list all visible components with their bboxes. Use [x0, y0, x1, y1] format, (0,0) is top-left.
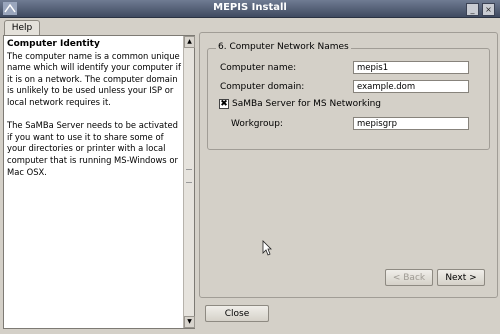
help-paragraph-2: The SaMBa Server needs to be activated i…: [7, 120, 178, 177]
help-text: Computer Identity The computer name is a…: [7, 38, 183, 178]
mouse-pointer-icon: [262, 240, 272, 256]
samba-label: SaMBa Server for MS Networking: [232, 99, 381, 109]
computer-domain-label: Computer domain:: [220, 82, 305, 92]
computer-name-label: Computer name:: [220, 63, 297, 73]
minimize-icon[interactable]: _: [466, 3, 479, 16]
samba-checkbox[interactable]: ✖: [219, 99, 229, 109]
scroll-up-icon[interactable]: ▲: [184, 36, 195, 48]
help-heading: Computer Identity: [7, 39, 100, 49]
next-button[interactable]: Next >: [437, 269, 485, 286]
group-title: 6. Computer Network Names: [216, 42, 351, 52]
workgroup-field[interactable]: mepisgrp: [353, 117, 469, 130]
back-button[interactable]: < Back: [385, 269, 433, 286]
tab-help[interactable]: Help: [4, 20, 40, 35]
close-window-icon[interactable]: ×: [482, 3, 495, 16]
help-panel: Computer Identity The computer name is a…: [3, 35, 195, 329]
close-button[interactable]: Close: [205, 305, 269, 322]
computer-domain-field[interactable]: example.dom: [353, 80, 469, 93]
scroll-down-icon[interactable]: ▼: [184, 316, 195, 328]
computer-name-field[interactable]: mepis1: [353, 61, 469, 74]
help-scrollbar[interactable]: ▲ ▼: [183, 36, 195, 328]
window-title: MEPIS Install: [213, 2, 287, 13]
title-bar: MEPIS Install _ ×: [0, 0, 500, 18]
help-paragraph-1: The computer name is a common unique nam…: [7, 50, 181, 107]
workgroup-label: Workgroup:: [231, 119, 283, 129]
scroll-grip[interactable]: [186, 169, 192, 183]
